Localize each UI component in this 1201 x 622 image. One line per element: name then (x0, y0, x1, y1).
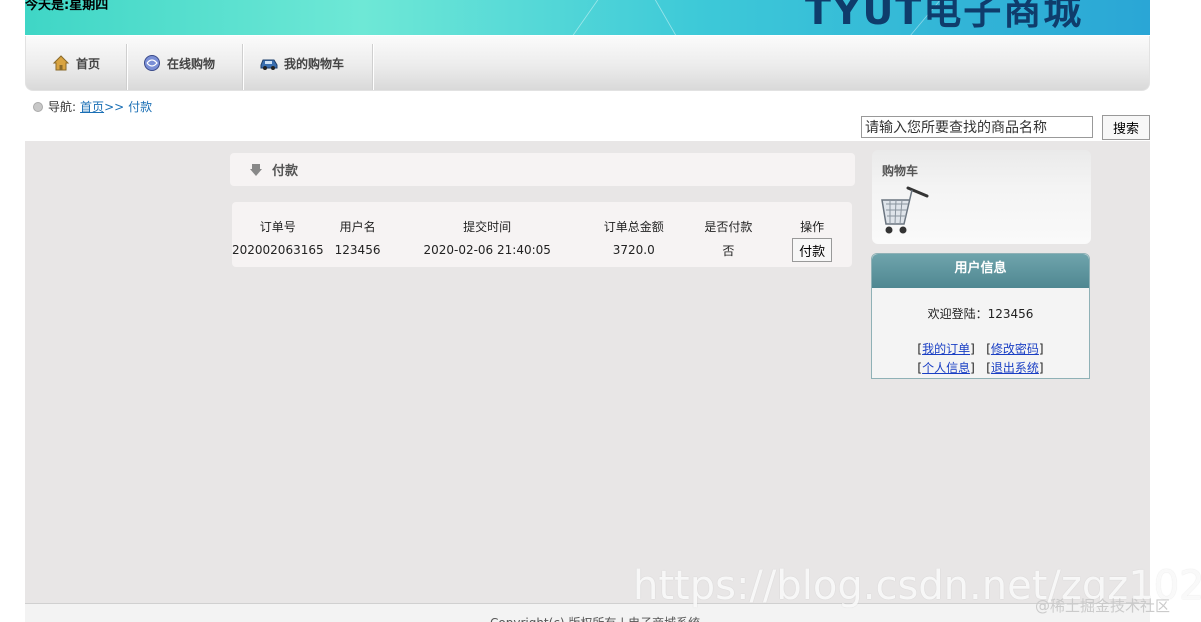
nav-divider (242, 44, 244, 90)
top-banner: 今天是:星期四 TYUT电子商城 (25, 0, 1150, 35)
breadcrumb-separator: >> (104, 99, 125, 114)
watermark-site: @稀土掘金技术社区 (1035, 597, 1171, 615)
column-header-username: 用户名 (339, 219, 376, 234)
column-header-total: 订单总金额 (603, 219, 664, 234)
user-links-row-1: [我的订单] [修改密码] (917, 342, 1044, 356)
cell-total: 3720.0 (612, 243, 655, 257)
column-header-action: 操作 (800, 219, 825, 234)
nav-my-cart-label: 我的购物车 (284, 56, 345, 71)
shop-logo-title: TYUT电子商城 (805, 0, 1084, 33)
cell-action: 付款 (772, 237, 852, 263)
today-weekday: 今天是:星期四 (25, 0, 109, 13)
cell-order-no: 202002063165 (232, 243, 324, 257)
search-input[interactable] (861, 116, 1093, 138)
personal-info-link[interactable]: 个人信息 (922, 361, 970, 375)
nav-online-shopping[interactable]: 在线购物 (143, 36, 215, 90)
order-table-panel: 订单号 用户名 提交时间 订单总金额 是否付款 操作 202002063165 … (232, 202, 852, 267)
welcome-message: 欢迎登陆：123456 (927, 307, 1034, 321)
user-links-row-2: [个人信息] [退出系统] (917, 361, 1044, 375)
cell-submit-time: 2020-02-06 21:40:05 (423, 243, 551, 257)
breadcrumb-home-link[interactable]: 首页 (80, 98, 104, 115)
column-header-order-no: 订单号 (259, 219, 296, 234)
nav-divider (126, 44, 128, 90)
bullet-icon (33, 101, 43, 112)
pay-button[interactable]: 付款 (792, 238, 833, 262)
home-icon (52, 54, 70, 72)
cart-widget-title: 购物车 (882, 164, 919, 178)
shopping-cart-icon[interactable] (880, 184, 930, 241)
column-header-submit-time: 提交时间 (463, 219, 512, 234)
car-icon (260, 54, 278, 72)
my-orders-link[interactable]: 我的订单 (922, 342, 970, 356)
user-info-panel: 用户信息 欢迎登陆：123456 [我的订单] [修改密码] [个人信息] [退… (871, 253, 1090, 379)
nav-home[interactable]: 首页 (52, 36, 100, 90)
banner-decoration (654, 0, 677, 35)
nav-online-shopping-label: 在线购物 (167, 56, 216, 71)
payment-panel-header: 付款 (230, 153, 855, 186)
banner-decoration (572, 0, 599, 35)
user-info-title: 用户信息 (872, 254, 1089, 288)
cell-paid: 否 (722, 243, 735, 258)
change-password-link[interactable]: 修改密码 (991, 342, 1039, 356)
order-table: 订单号 用户名 提交时间 订单总金额 是否付款 操作 202002063165 … (232, 215, 852, 263)
column-header-paid: 是否付款 (704, 219, 753, 234)
page-title: 付款 (272, 164, 299, 179)
nav-home-label: 首页 (76, 56, 101, 71)
nav-my-cart[interactable]: 我的购物车 (260, 36, 344, 90)
table-row: 202002063165 123456 2020-02-06 21:40:05 … (232, 237, 852, 263)
cart-widget: 购物车 (872, 150, 1091, 244)
arrow-down-icon (250, 163, 262, 176)
nav-divider (372, 44, 374, 90)
table-header-row: 订单号 用户名 提交时间 订单总金额 是否付款 操作 (232, 215, 852, 237)
breadcrumb-prefix: 导航: (48, 100, 77, 114)
logout-link[interactable]: 退出系统 (991, 361, 1039, 375)
main-nav: 首页 在线购物 我的购物车 (25, 36, 1150, 91)
globe-icon (143, 54, 161, 72)
breadcrumb: 导航: 首页 >> 付款 (33, 98, 152, 115)
breadcrumb-current: 付款 (128, 100, 153, 114)
cell-username: 123456 (334, 243, 381, 257)
search-button[interactable]: 搜索 (1102, 115, 1150, 140)
